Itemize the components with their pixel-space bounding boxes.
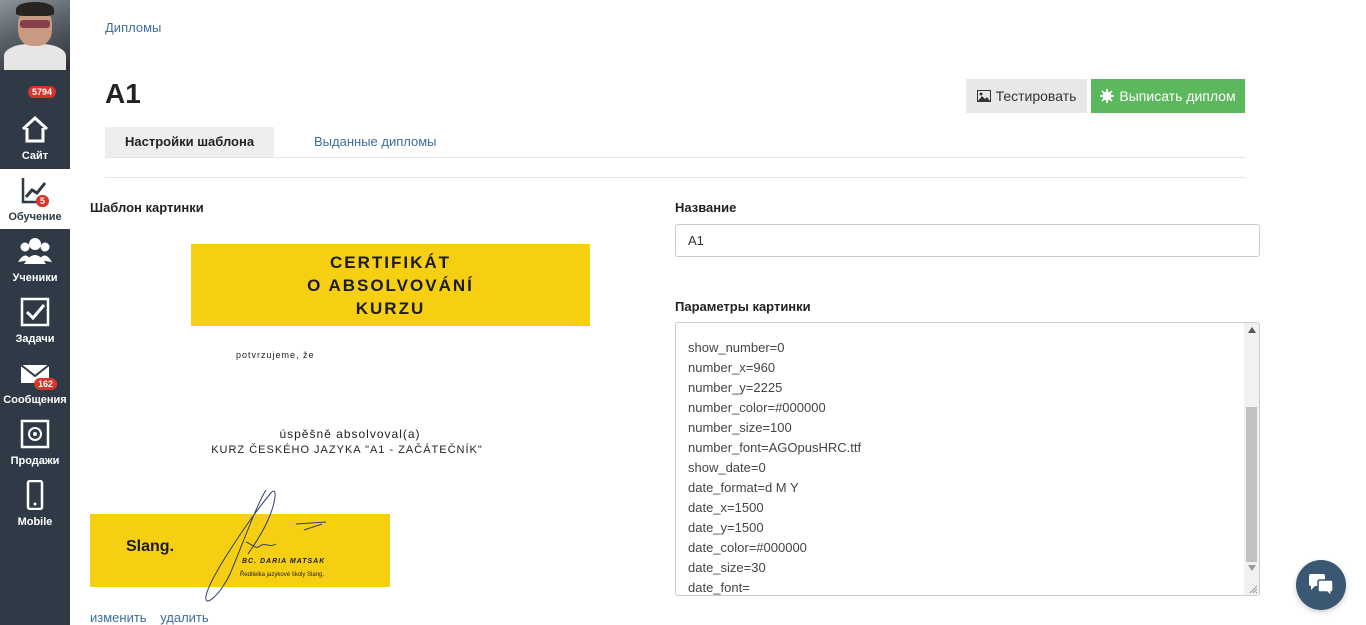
certificate-logo: Slang. xyxy=(126,538,175,555)
test-button[interactable]: Тестировать xyxy=(966,79,1087,113)
sidebar-item-label: Продажи xyxy=(10,455,60,467)
certificate-heading: CERTIFIKÁT O ABSOLVOVÁNÍ KURZU xyxy=(191,244,590,326)
chat-icon xyxy=(1309,574,1334,597)
name-input[interactable] xyxy=(675,224,1260,257)
sidebar-item-site[interactable]: Сайт xyxy=(0,108,70,168)
params-line: date_color=#000000 xyxy=(688,540,807,555)
params-label: Параметры картинки xyxy=(675,299,811,314)
sidebar-item-learning[interactable]: 5 Обучение xyxy=(0,169,70,229)
sidebar-item-label: Ученики xyxy=(12,272,58,284)
learning-badge: 5 xyxy=(36,195,50,207)
sidebar-item-sales[interactable]: Продажи xyxy=(0,413,70,473)
messages-badge: 162 xyxy=(34,378,58,390)
sidebar: 5794 Сайт 5 Обучение Ученики Задачи 162 … xyxy=(0,0,70,625)
test-button-label: Тестировать xyxy=(995,88,1077,104)
params-line: date_x=1500 xyxy=(688,500,764,515)
sidebar-item-mobile[interactable]: Mobile xyxy=(0,474,70,534)
notifications-badge: 5794 xyxy=(28,86,57,98)
issue-diploma-label: Выписать диплом xyxy=(1119,88,1236,104)
users-icon xyxy=(18,238,52,264)
breadcrumb-diplomas[interactable]: Дипломы xyxy=(105,20,161,35)
certificate-icon xyxy=(1100,89,1115,103)
params-line: show_date=0 xyxy=(688,460,766,475)
sidebar-item-messages[interactable]: 162 Сообщения xyxy=(0,352,70,412)
checkbox-icon xyxy=(20,297,50,327)
certificate-completed-text: úspěšně absolvoval(a) xyxy=(279,427,421,441)
image-icon xyxy=(976,90,991,102)
params-line: number_y=2225 xyxy=(688,380,783,395)
edit-link[interactable]: изменить xyxy=(90,610,147,625)
notifications-counter[interactable]: 5794 xyxy=(0,72,70,108)
template-label: Шаблон картинки xyxy=(90,200,204,215)
sidebar-item-label: Обучение xyxy=(8,211,62,223)
issue-diploma-button[interactable]: Выписать диплом xyxy=(1091,79,1245,113)
sidebar-item-students[interactable]: Ученики xyxy=(0,230,70,290)
params-line: date_size=30 xyxy=(688,560,766,575)
phone-icon xyxy=(26,480,44,510)
params-line: date_font= xyxy=(688,580,750,595)
scroll-thumb[interactable] xyxy=(1246,407,1257,562)
home-icon xyxy=(21,115,49,143)
safe-icon xyxy=(20,419,50,449)
resize-handle-icon[interactable] xyxy=(1248,584,1258,594)
params-line: number_color=#000000 xyxy=(688,400,826,415)
params-lines: show_number=0 number_x=960 number_y=2225… xyxy=(688,323,862,595)
signature-icon xyxy=(205,489,327,602)
params-line: date_y=1500 xyxy=(688,520,764,535)
params-line: show_number=0 xyxy=(688,340,785,355)
sidebar-item-label: Mobile xyxy=(17,516,53,528)
sidebar-item-label: Задачи xyxy=(15,333,55,345)
certificate-confirm-text: potvrzujeme, že xyxy=(236,350,315,360)
tabs: Настройки шаблона Выданные дипломы xyxy=(105,127,1245,158)
scroll-up-icon[interactable] xyxy=(1248,327,1256,333)
page-title: A1 xyxy=(105,78,141,109)
certificate-heading-line: KURZU xyxy=(355,298,426,318)
certificate-course-text: KURZ ČESKÉHO JAZYKA "A1 - ZAČÁTEČNÍK" xyxy=(211,444,483,456)
certificate-heading-line: CERTIFIKÁT xyxy=(329,252,452,272)
certificate-heading-line: O ABSOLVOVÁNÍ xyxy=(307,275,474,295)
params-line: date_format=d M Y xyxy=(688,480,799,495)
template-links: изменить удалить xyxy=(90,610,219,625)
params-line: number_font=AGOpusHRC.ttf xyxy=(688,440,862,455)
scroll-down-icon[interactable] xyxy=(1248,565,1256,571)
delete-link[interactable]: удалить xyxy=(160,610,208,625)
sidebar-item-label: Сообщения xyxy=(3,394,67,406)
tab-template-settings[interactable]: Настройки шаблона xyxy=(105,127,275,157)
sidebar-item-label: Сайт xyxy=(21,150,49,162)
tab-issued-diplomas[interactable]: Выданные дипломы xyxy=(294,127,457,157)
chat-widget-button[interactable] xyxy=(1296,560,1346,610)
params-line: number_size=100 xyxy=(688,420,792,435)
params-line: number_x=960 xyxy=(688,360,776,375)
params-scrollbar[interactable] xyxy=(1244,323,1259,595)
divider xyxy=(105,177,1245,178)
name-label: Название xyxy=(675,200,737,215)
sidebar-item-tasks[interactable]: Задачи xyxy=(0,291,70,351)
avatar[interactable] xyxy=(0,0,70,70)
params-textarea[interactable]: show_number=0 number_x=960 number_y=2225… xyxy=(675,322,1260,596)
